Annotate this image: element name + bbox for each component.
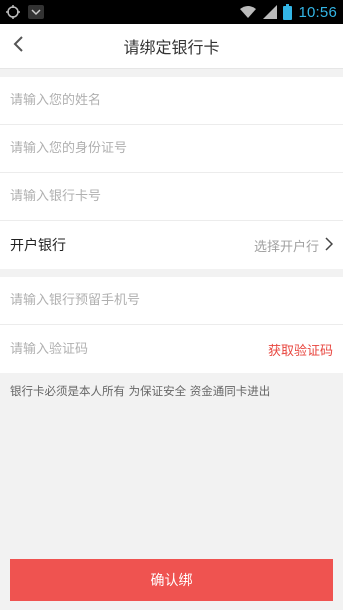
card-number-input[interactable]: [10, 189, 333, 204]
spacer: [0, 69, 343, 77]
status-right: 10:56: [239, 4, 337, 21]
status-bar: 10:56: [0, 0, 343, 24]
bank-select-text: 选择开户行: [253, 239, 319, 255]
nav-bar: 请绑定银行卡: [0, 24, 343, 69]
phone-row: [0, 277, 343, 325]
chevron-left-icon: [12, 35, 24, 57]
wifi-icon: [239, 5, 257, 19]
signal-icon: [263, 5, 278, 19]
bank-row[interactable]: 开户银行 选择开户行: [0, 221, 343, 269]
notice-text: 银行卡必须是本人所有 为保证安全 资金通同卡进出: [10, 384, 271, 398]
id-number-input[interactable]: [10, 141, 333, 156]
confirm-button[interactable]: 确认绑: [10, 559, 333, 601]
page-title: 请绑定银行卡: [123, 38, 220, 57]
code-row: 获取验证码: [0, 325, 343, 373]
verification-code-input[interactable]: [10, 341, 268, 357]
chevron-right-icon: [325, 236, 334, 255]
back-button[interactable]: [6, 24, 30, 68]
card-row: [0, 173, 343, 221]
status-time: 10:56: [298, 3, 337, 21]
battery-icon: [283, 4, 293, 20]
spacer: [0, 269, 343, 277]
phone-input[interactable]: [10, 293, 333, 308]
status-left: [6, 5, 44, 19]
circle-icon: [6, 5, 20, 19]
chevron-down-icon: [28, 5, 44, 19]
bank-label: 开户银行: [10, 238, 66, 254]
identity-group: 开户银行 选择开户行: [0, 77, 343, 269]
name-input[interactable]: [10, 93, 333, 108]
get-code-button[interactable]: 获取验证码: [268, 340, 333, 359]
bank-select[interactable]: 选择开户行: [253, 236, 334, 255]
screen: 10:56 请绑定银行卡 开户银行 选择开户行: [0, 0, 343, 610]
verify-group: 获取验证码: [0, 277, 343, 373]
id-row: [0, 125, 343, 173]
name-row: [0, 77, 343, 125]
